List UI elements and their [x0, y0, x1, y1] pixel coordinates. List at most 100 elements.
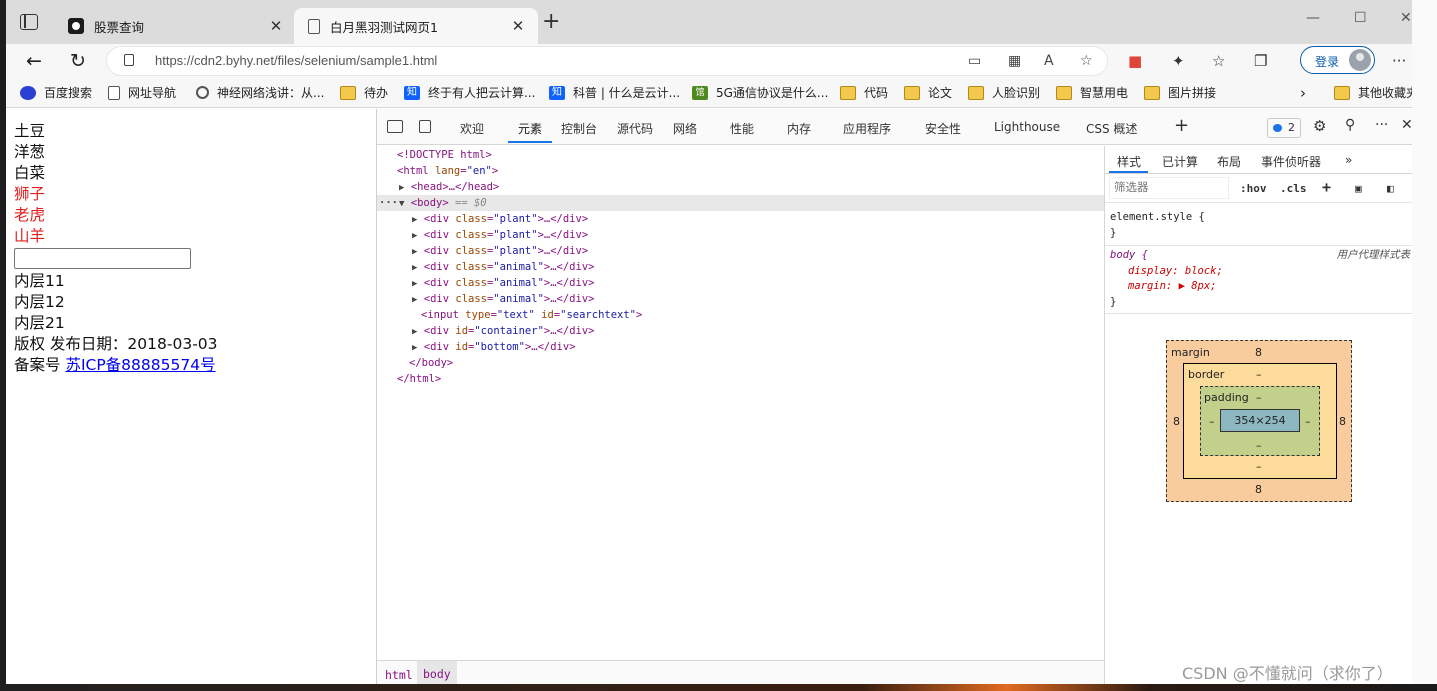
devtools-tab[interactable]: CSS 概述	[1086, 120, 1137, 137]
bookmark-item[interactable]: 图片拼接	[1144, 84, 1216, 101]
dom-node[interactable]: ▶ <div id="bottom">…</div>	[377, 339, 1104, 355]
devtools-tab[interactable]: 控制台	[561, 120, 597, 137]
breadcrumb-html[interactable]: html	[385, 667, 413, 683]
margin-bottom-value[interactable]: 8	[1255, 483, 1262, 496]
more-icon[interactable]: ···	[1375, 117, 1388, 133]
devtools-tab-active[interactable]: 元素	[518, 120, 542, 137]
search-input[interactable]	[14, 248, 191, 269]
refresh-icon[interactable]: ↻	[66, 49, 90, 73]
close-icon[interactable]: ✕	[268, 17, 284, 35]
inspect-element-icon[interactable]	[387, 120, 403, 133]
devtools-tab[interactable]: 源代码	[617, 120, 653, 137]
bookmark-item[interactable]: 待办	[340, 84, 388, 101]
add-favorite-icon[interactable]: ☆	[1080, 53, 1093, 69]
dom-node[interactable]: ▶ <head>…</head>	[377, 179, 1104, 195]
tab-layout[interactable]: 布局	[1217, 153, 1241, 170]
tab-event-listeners[interactable]: 事件侦听器	[1261, 153, 1321, 170]
devtools-tab[interactable]: 网络	[673, 120, 697, 137]
tab-computed[interactable]: 已计算	[1162, 153, 1198, 170]
margin-left-value[interactable]: 8	[1173, 415, 1180, 428]
filter-input[interactable]	[1109, 177, 1229, 199]
margin-right-value[interactable]: 8	[1339, 415, 1346, 428]
login-button[interactable]: 登录	[1300, 46, 1375, 74]
address-bar[interactable]: https://cdn2.byhy.net/files/selenium/sam…	[106, 46, 1108, 76]
hov-button[interactable]: :hov	[1240, 182, 1267, 195]
dom-node-selected[interactable]: ··· ▼ <body> == $0	[377, 195, 1104, 211]
tab-test-page[interactable]: 白月黑羽测试网页1 ✕	[294, 8, 538, 44]
close-icon[interactable]: ✕	[510, 17, 526, 35]
expand-triangle-icon[interactable]: ▶	[412, 263, 417, 273]
computed-styles-icon[interactable]: ▣	[1355, 182, 1362, 195]
box-model-padding[interactable]: padding – – – – 354×254	[1200, 386, 1320, 456]
dom-node[interactable]: ▶ <div id="container">…</div>	[377, 323, 1104, 339]
dom-node[interactable]: <!DOCTYPE html>	[377, 147, 1104, 163]
tab-stock-query[interactable]: 股票查询 ✕	[56, 8, 296, 44]
icp-link[interactable]: 苏ICP备88885574号	[65, 356, 215, 374]
collections-icon[interactable]: ❐	[1254, 52, 1267, 70]
rule-selector[interactable]: element.style {	[1110, 210, 1409, 226]
favorites-icon[interactable]: ☆	[1212, 52, 1225, 70]
devtools-tab[interactable]: 内存	[787, 120, 811, 137]
expand-triangle-icon[interactable]: ▶	[412, 295, 417, 305]
css-property[interactable]: display: block;	[1110, 264, 1409, 280]
box-model-margin[interactable]: margin 8 8 8 8 border – – padding – – –	[1166, 340, 1352, 502]
dom-node[interactable]: </body>	[377, 355, 1104, 371]
bookmark-item[interactable]: 代码	[840, 84, 888, 101]
dom-node[interactable]: ▶ <div class="animal">…</div>	[377, 275, 1104, 291]
more-icon[interactable]: ···	[1392, 52, 1406, 70]
cls-button[interactable]: .cls	[1280, 182, 1307, 195]
dom-node[interactable]: </html>	[377, 371, 1104, 387]
padding-right-value[interactable]: –	[1305, 415, 1311, 428]
dom-node[interactable]: ▶ <div class="plant">…</div>	[377, 243, 1104, 259]
expand-triangle-icon[interactable]: ▶	[399, 183, 404, 193]
collapse-triangle-icon[interactable]: ▼	[399, 199, 404, 209]
expand-triangle-icon[interactable]: ▶	[412, 231, 417, 241]
margin-top-value[interactable]: 8	[1255, 346, 1262, 359]
border-bottom-value[interactable]: –	[1256, 460, 1262, 473]
tab-styles[interactable]: 样式	[1117, 153, 1141, 170]
extensions-puzzle-icon[interactable]: ✦	[1172, 52, 1185, 70]
minimize-icon[interactable]: —	[1306, 10, 1320, 26]
border-top-value[interactable]: –	[1256, 368, 1262, 381]
settings-icon[interactable]: ⚙	[1313, 117, 1326, 135]
bookmark-item[interactable]: 知科普 | 什么是云计...	[549, 84, 680, 101]
devtools-tab[interactable]: 性能	[730, 120, 754, 137]
back-icon[interactable]: ←	[22, 49, 46, 73]
bookmark-item[interactable]: 人脸识别	[968, 84, 1040, 101]
box-model-border[interactable]: border – – padding – – – – 354×254	[1183, 363, 1337, 479]
bookmark-item[interactable]: 神经网络浅讲：从...	[196, 84, 324, 101]
padding-top-value[interactable]: –	[1256, 391, 1262, 404]
chevron-right-icon[interactable]: ›	[1300, 84, 1306, 102]
url-text[interactable]: https://cdn2.byhy.net/files/selenium/sam…	[155, 53, 437, 68]
bookmark-item[interactable]: 知终于有人把云计算...	[404, 84, 535, 101]
tab-actions-icon[interactable]	[20, 14, 38, 30]
breadcrumb-body[interactable]: body	[417, 661, 457, 684]
other-favorites[interactable]: 其他收藏夹	[1334, 84, 1418, 101]
bookmark-item[interactable]: 网址导航	[108, 84, 176, 101]
box-model-content[interactable]: 354×254	[1220, 409, 1300, 432]
expand-triangle-icon[interactable]: ▶	[412, 279, 417, 289]
toggle-sidebar-icon[interactable]: ◧	[1387, 182, 1394, 195]
feedback-icon[interactable]: ⚲	[1345, 117, 1355, 133]
expand-triangle-icon[interactable]: ▶	[412, 343, 417, 353]
qr-code-icon[interactable]: ▦	[1008, 53, 1021, 69]
bookmark-item[interactable]: 智慧用电	[1056, 84, 1128, 101]
devtools-tab[interactable]: Lighthouse	[994, 120, 1060, 134]
expand-triangle-icon[interactable]: ▶	[412, 215, 417, 225]
extension-icon[interactable]: ■	[1128, 52, 1142, 70]
dom-node[interactable]: ▶ <div class="animal">…</div>	[377, 291, 1104, 307]
bookmark-item[interactable]: 馆 5G通信协议是什么...	[692, 84, 828, 101]
new-tab-button[interactable]: +	[542, 11, 560, 33]
issues-badge[interactable]: 2	[1267, 118, 1301, 138]
padding-bottom-value[interactable]: –	[1256, 439, 1262, 452]
chevron-right-icon[interactable]: »	[1345, 153, 1352, 167]
padding-left-value[interactable]: –	[1209, 415, 1215, 428]
devtools-tab[interactable]: 应用程序	[843, 120, 891, 137]
devtools-tab[interactable]: 安全性	[925, 120, 961, 137]
expand-triangle-icon[interactable]: ▶	[412, 327, 417, 337]
dom-node[interactable]: ▶ <div class="animal">…</div>	[377, 259, 1104, 275]
dom-node[interactable]: ▶ <div class="plant">…</div>	[377, 211, 1104, 227]
css-property[interactable]: margin: ▶ 8px;	[1110, 279, 1409, 295]
read-aloud-icon[interactable]: A	[1044, 53, 1054, 69]
lock-icon[interactable]	[124, 54, 134, 66]
